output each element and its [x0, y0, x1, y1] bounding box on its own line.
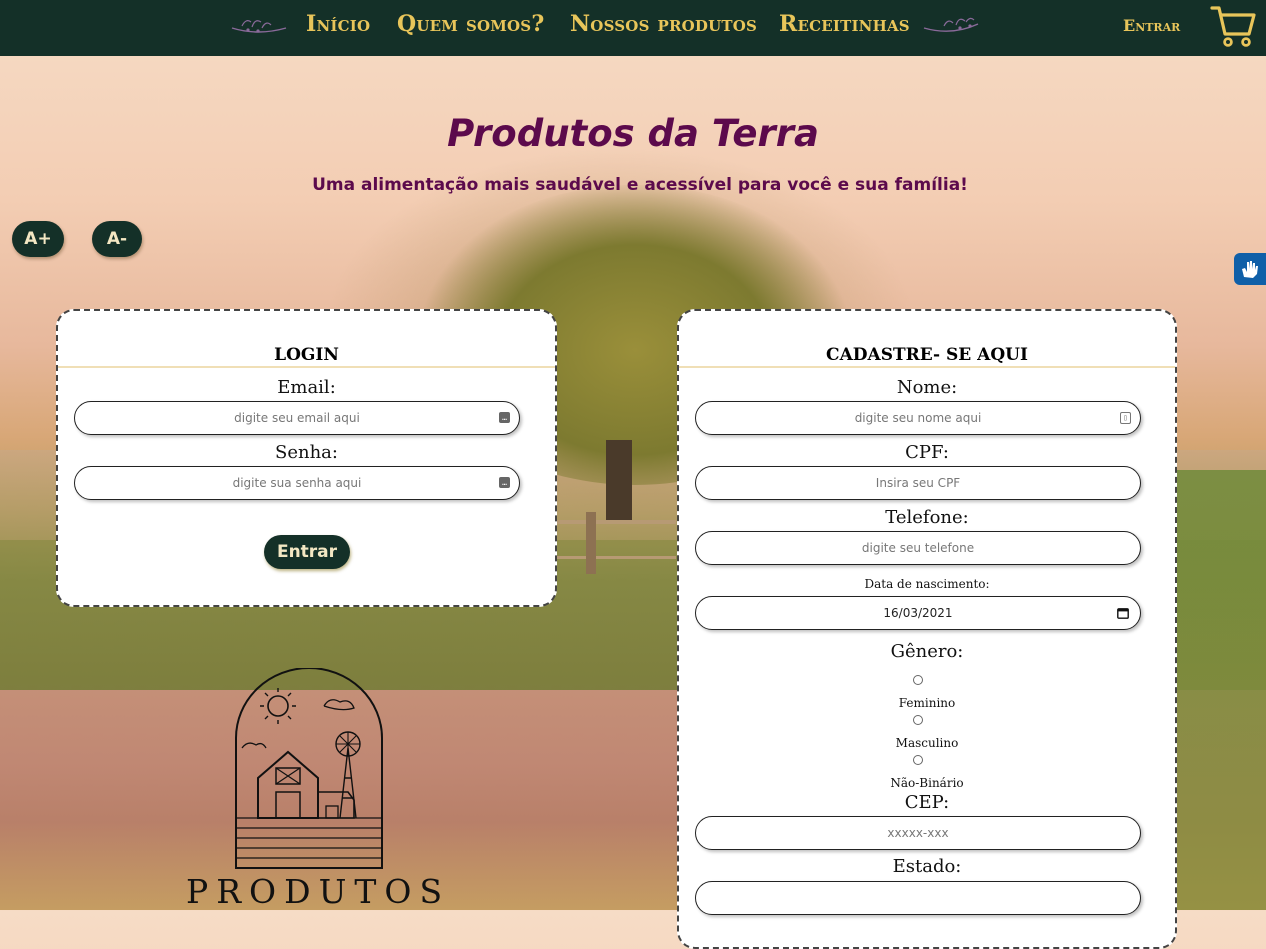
signup-panel: CADASTRE- SE AQUI Nome: ▯ CPF: Telefone:… [677, 309, 1177, 949]
gender-radio-feminino[interactable] [913, 675, 923, 685]
birth-date-label: Data de nascimento: [864, 577, 990, 591]
background-fence [556, 520, 676, 524]
gender-option-label: Masculino [895, 736, 959, 750]
background-fence-rail [556, 556, 676, 559]
login-panel: LOGIN Email: … Senha: … Entrar [56, 309, 557, 607]
top-navbar: Início Quem somos? Nossos produtos Recei… [0, 0, 1266, 56]
contact-card-icon[interactable]: ▯ [1120, 412, 1131, 424]
phone-field[interactable] [696, 532, 1140, 564]
vlibras-hand-icon [1242, 261, 1258, 278]
font-increase-button[interactable]: A+ [12, 221, 64, 257]
signup-title-divider [679, 366, 1175, 368]
gender-option-label: Não-Binário [890, 776, 964, 790]
font-decrease-button[interactable]: A- [92, 221, 142, 257]
state-label: Estado: [892, 856, 962, 877]
login-title-divider [58, 366, 555, 368]
hero-title: Produtos da Terra [447, 112, 819, 155]
cep-field-wrapper [695, 816, 1141, 850]
password-label: Senha: [275, 442, 338, 463]
state-field[interactable] [696, 882, 1140, 914]
name-field-wrapper: ▯ [695, 401, 1141, 435]
cpf-field-wrapper [695, 466, 1141, 500]
nav-login-link[interactable]: Entrar [1123, 16, 1180, 35]
right-flourish-icon [923, 17, 979, 32]
login-submit-button[interactable]: Entrar [264, 535, 350, 569]
vlibras-widget-button[interactable] [1234, 253, 1266, 285]
autofill-key-icon[interactable]: … [499, 477, 510, 488]
birth-date-field[interactable] [696, 597, 1140, 629]
birth-date-field-wrapper [695, 596, 1141, 630]
gender-label: Gênero: [890, 641, 964, 662]
password-field-wrapper: … [74, 466, 520, 500]
gender-radio-nao-binario[interactable] [913, 755, 923, 765]
autofill-key-icon[interactable]: … [499, 412, 510, 423]
cpf-label: CPF: [905, 442, 949, 463]
farm-logo [235, 668, 383, 869]
cep-label: CEP: [904, 792, 950, 813]
nav-link-nossos-produtos[interactable]: Nossos produtos [570, 11, 757, 37]
phone-field-wrapper [695, 531, 1141, 565]
signup-title: CADASTRE- SE AQUI [826, 345, 1028, 365]
email-field-wrapper: … [74, 401, 520, 435]
nav-link-quem-somos[interactable]: Quem somos? [397, 11, 544, 37]
cep-field[interactable] [696, 817, 1140, 849]
nav-link-receitinhas[interactable]: Receitinhas [779, 11, 910, 37]
name-field[interactable] [696, 402, 1140, 434]
gender-option-label: Feminino [898, 696, 956, 710]
cart-icon[interactable] [1210, 4, 1256, 48]
password-field[interactable] [75, 467, 519, 499]
phone-label: Telefone: [885, 507, 969, 528]
name-label: Nome: [896, 377, 958, 398]
nav-links: Início Quem somos? Nossos produtos Recei… [0, 0, 1266, 56]
gender-radio-masculino[interactable] [913, 715, 923, 725]
hero-subtitle: Uma alimentação mais saudável e acessíve… [312, 175, 968, 195]
background-fence-post [586, 512, 596, 574]
logo-text: PRODUTOS [186, 872, 451, 911]
email-field[interactable] [75, 402, 519, 434]
background-tree-trunk [606, 440, 632, 520]
calendar-icon[interactable] [1117, 607, 1129, 619]
nav-link-inicio[interactable]: Início [306, 11, 370, 37]
email-label: Email: [277, 377, 336, 398]
cpf-field[interactable] [696, 467, 1140, 499]
login-title: LOGIN [274, 345, 339, 365]
